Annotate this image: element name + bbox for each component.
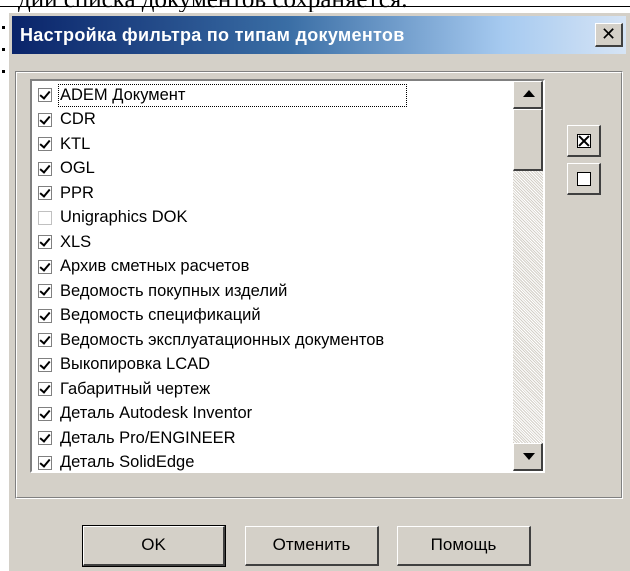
scroll-thumb[interactable] bbox=[513, 109, 543, 171]
checkbox-checked[interactable] bbox=[38, 284, 52, 299]
list-item[interactable]: Unigraphics DOK bbox=[38, 206, 509, 231]
checkbox-checked[interactable] bbox=[38, 382, 52, 397]
list-item[interactable]: Ведомость эксплуатационных документов bbox=[38, 328, 509, 353]
arrow-up-icon bbox=[523, 90, 535, 97]
list-item[interactable]: Ведомость покупных изделий bbox=[38, 279, 509, 304]
checkbox-checked[interactable] bbox=[38, 333, 52, 348]
list-item-label: Деталь SolidEdge bbox=[60, 453, 195, 472]
list-item-label: XLS bbox=[60, 232, 92, 251]
checkbox-checked[interactable] bbox=[38, 137, 52, 152]
checkbox-checked[interactable] bbox=[38, 431, 52, 446]
list-items: ADEM Документ CDR KTL OGL PPR Unigraphics DOK… bbox=[38, 83, 509, 472]
checkbox-checked[interactable] bbox=[38, 186, 52, 201]
checkbox-checked[interactable] bbox=[38, 235, 52, 250]
document-type-list[interactable]: ADEM Документ CDR KTL OGL PPR Unigraphics DOK… bbox=[30, 79, 545, 473]
list-item-label: Габаритный чертеж bbox=[60, 379, 211, 398]
list-item-label: Деталь Autodesk Inventor bbox=[60, 404, 253, 423]
list-item[interactable]: Деталь SolidEdge bbox=[38, 451, 509, 472]
dialog-titlebar[interactable]: Настройка фильтра по типам документов ✕ bbox=[12, 16, 626, 54]
checkbox-checked[interactable] bbox=[38, 357, 52, 372]
scroll-up-button[interactable] bbox=[513, 81, 543, 109]
checkbox-empty-icon bbox=[577, 172, 591, 186]
list-item-label: Ведомость покупных изделий bbox=[60, 281, 288, 300]
list-item[interactable]: Деталь Pro/ENGINEER bbox=[38, 426, 509, 451]
list-item-label: OGL bbox=[60, 159, 95, 178]
ok-button[interactable]: OK bbox=[82, 525, 226, 567]
list-item[interactable]: ADEM Документ bbox=[38, 83, 509, 108]
list-item[interactable]: PPR bbox=[38, 181, 509, 206]
checkbox-checked[interactable] bbox=[38, 112, 52, 127]
close-icon: ✕ bbox=[600, 24, 617, 44]
close-button[interactable]: ✕ bbox=[595, 23, 623, 47]
list-item-label: ADEM Документ bbox=[57, 83, 408, 107]
list-item[interactable]: KTL bbox=[38, 132, 509, 157]
background-rule bbox=[0, 6, 630, 7]
checkbox-x-icon bbox=[577, 134, 591, 148]
background-marks bbox=[0, 26, 8, 86]
checkbox-checked[interactable] bbox=[38, 88, 52, 103]
list-item-label: CDR bbox=[60, 110, 96, 129]
list-item-label: Ведомость эксплуатационных документов bbox=[60, 330, 385, 349]
list-item-label: KTL bbox=[60, 134, 91, 153]
list-item-label: Архив сметных расчетов bbox=[60, 257, 250, 276]
list-item[interactable]: Габаритный чертеж bbox=[38, 377, 509, 402]
checkbox-checked[interactable] bbox=[38, 455, 52, 470]
clear-all-button[interactable] bbox=[567, 163, 601, 195]
list-item-label: Деталь Pro/ENGINEER bbox=[60, 428, 236, 447]
list-item[interactable]: OGL bbox=[38, 157, 509, 182]
dialog-title: Настройка фильтра по типам документов bbox=[20, 25, 405, 45]
list-item[interactable]: Выкопировка LCAD bbox=[38, 353, 509, 378]
list-item[interactable]: CDR bbox=[38, 108, 509, 133]
list-item[interactable]: XLS bbox=[38, 230, 509, 255]
list-scrollbar[interactable] bbox=[513, 81, 543, 471]
cancel-button[interactable]: Отменить bbox=[245, 526, 379, 566]
select-all-button[interactable] bbox=[567, 125, 601, 157]
scroll-down-button[interactable] bbox=[513, 443, 543, 471]
list-item[interactable]: Ведомость спецификаций bbox=[38, 304, 509, 329]
list-item-label: Unigraphics DOK bbox=[60, 208, 188, 227]
list-item[interactable]: Архив сметных расчетов bbox=[38, 255, 509, 280]
filter-dialog: Настройка фильтра по типам документов ✕ … bbox=[8, 12, 630, 571]
checkbox-checked[interactable] bbox=[38, 308, 52, 323]
checkbox-unchecked[interactable] bbox=[38, 210, 52, 225]
help-button[interactable]: Помощь bbox=[397, 526, 531, 566]
list-item-label: Ведомость спецификаций bbox=[60, 306, 261, 325]
list-item[interactable]: Деталь Autodesk Inventor bbox=[38, 402, 509, 427]
list-item-label: Выкопировка LCAD bbox=[60, 355, 211, 374]
checkbox-checked[interactable] bbox=[38, 406, 52, 421]
checkbox-checked[interactable] bbox=[38, 161, 52, 176]
arrow-down-icon bbox=[523, 453, 535, 460]
checkbox-checked[interactable] bbox=[38, 259, 52, 274]
list-item-label: PPR bbox=[60, 183, 94, 202]
